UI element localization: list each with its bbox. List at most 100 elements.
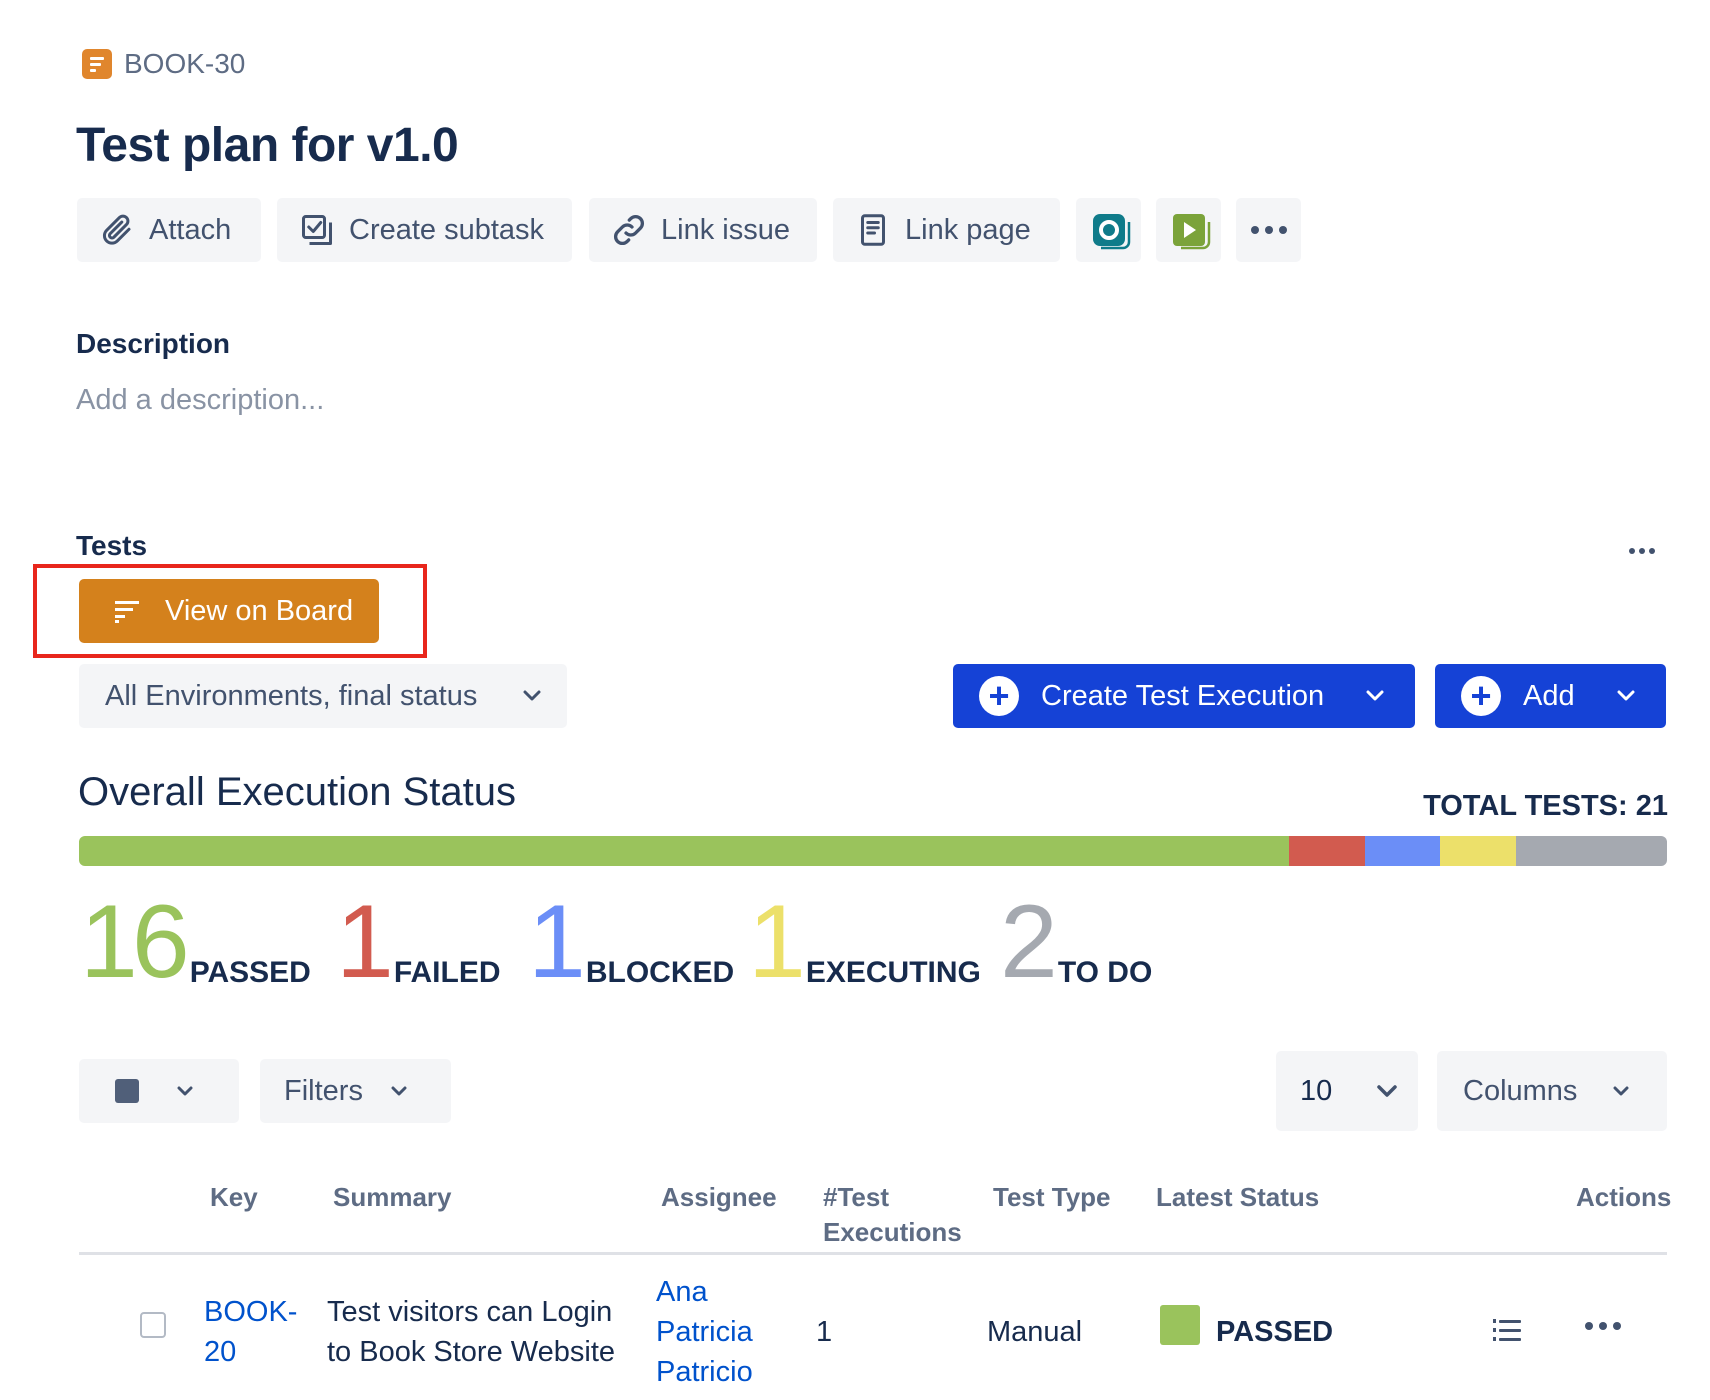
app-play-icon — [1172, 214, 1210, 250]
subtask-icon — [302, 215, 332, 245]
link-issue-label: Link issue — [661, 213, 790, 246]
breadcrumb: BOOK-30 — [82, 48, 245, 80]
stat-to-do[interactable]: 2 TO DO — [1000, 890, 1152, 994]
create-subtask-label: Create subtask — [349, 213, 545, 246]
column-header-summary[interactable]: Summary — [333, 1180, 452, 1215]
environment-select-value: All Environments, final status — [105, 679, 478, 712]
add-label: Add — [1523, 679, 1575, 712]
stat-passed[interactable]: 16 PASSED — [80, 890, 311, 994]
total-tests-label: TOTAL TESTS: 21 — [1423, 790, 1668, 822]
plus-circle-icon: + — [1461, 676, 1501, 716]
stat-count: 16 — [80, 884, 190, 1000]
create-subtask-button[interactable]: Create subtask — [277, 198, 572, 262]
row-key-line2: 20 — [204, 1336, 237, 1368]
plus-circle-icon: + — [979, 676, 1019, 716]
select-all-checkbox[interactable] — [115, 1079, 139, 1103]
app-play-button[interactable] — [1156, 198, 1221, 262]
link-issue-button[interactable]: Link issue — [589, 198, 817, 262]
page-size-value: 10 — [1300, 1074, 1333, 1107]
progress-segment-to-do — [1515, 836, 1667, 866]
stat-label: TO DO — [1057, 956, 1153, 989]
page-title[interactable]: Test plan for v1.0 — [76, 118, 459, 173]
chevron-down-icon — [391, 1086, 407, 1096]
stat-label: EXECUTING — [805, 956, 981, 989]
filters-button[interactable]: Filters — [260, 1059, 451, 1123]
row-checkbox[interactable] — [140, 1312, 166, 1338]
link-page-label: Link page — [905, 213, 1031, 246]
tests-more-button[interactable] — [1628, 530, 1656, 562]
issue-type-icon — [82, 49, 112, 79]
chevron-down-icon — [523, 690, 541, 701]
execution-details-button[interactable] — [1493, 1318, 1521, 1349]
stat-label: PASSED — [189, 956, 311, 989]
row-summary: Test visitors can Login to Book Store We… — [327, 1292, 615, 1372]
page-size-select[interactable]: 10 — [1276, 1051, 1418, 1131]
row-key-link[interactable]: BOOK- 20 — [204, 1292, 297, 1372]
progress-segment-blocked — [1364, 836, 1441, 866]
description-heading: Description — [76, 328, 231, 359]
ellipsis-icon — [1629, 548, 1655, 554]
stat-label: FAILED — [393, 956, 501, 989]
attach-button[interactable]: Attach — [77, 198, 261, 262]
stat-failed[interactable]: 1 FAILED — [336, 890, 501, 994]
stat-blocked[interactable]: 1 BLOCKED — [528, 890, 734, 994]
view-on-board-button[interactable]: View on Board — [79, 579, 379, 643]
columns-button[interactable]: Columns — [1437, 1051, 1667, 1131]
column-header-test-executions-line2: Executions — [823, 1217, 962, 1247]
stat-label: BLOCKED — [585, 956, 735, 989]
column-header-latest-status[interactable]: Latest Status — [1156, 1180, 1319, 1215]
stat-count: 1 — [336, 884, 394, 1000]
board-icon — [115, 601, 139, 623]
column-header-key[interactable]: Key — [210, 1180, 258, 1215]
column-header-test-executions-line1: #Test — [823, 1182, 889, 1212]
status-color-swatch — [1160, 1305, 1200, 1345]
filters-label: Filters — [284, 1074, 363, 1107]
row-summary-line2: to Book Store Website — [327, 1336, 616, 1368]
row-assignee-link[interactable]: Ana Patricia Patricio — [656, 1272, 753, 1392]
row-latest-status: PASSED — [1216, 1316, 1334, 1348]
link-icon — [614, 215, 644, 245]
tests-heading: Tests — [76, 530, 148, 561]
column-header-assignee[interactable]: Assignee — [661, 1180, 777, 1215]
execution-status-title: Overall Execution Status — [78, 770, 516, 814]
create-test-execution-button[interactable]: + Create Test Execution — [953, 664, 1415, 728]
table-header-divider — [79, 1252, 1667, 1255]
description-field[interactable]: Add a description... — [76, 384, 324, 417]
progress-segment-executing — [1440, 836, 1516, 866]
chevron-down-icon — [1617, 690, 1635, 701]
column-header-test-executions[interactable]: #Test Executions — [823, 1180, 962, 1250]
stat-count: 2 — [1000, 884, 1058, 1000]
view-on-board-label: View on Board — [165, 594, 354, 627]
row-key-line1: BOOK- — [204, 1296, 298, 1328]
add-button[interactable]: + Add — [1435, 664, 1666, 728]
attach-label: Attach — [149, 213, 232, 246]
stat-count: 1 — [748, 884, 806, 1000]
stat-count: 1 — [528, 884, 586, 1000]
more-actions-button[interactable] — [1236, 198, 1301, 262]
row-summary-line1: Test visitors can Login — [327, 1296, 613, 1328]
chevron-down-icon — [1613, 1086, 1629, 1096]
numbered-list-icon — [1493, 1319, 1521, 1341]
app-o-icon — [1092, 214, 1130, 250]
row-test-executions: 1 — [816, 1316, 833, 1348]
issue-key-link[interactable]: BOOK-30 — [124, 48, 245, 80]
paperclip-icon — [102, 214, 131, 245]
progress-segment-passed — [79, 836, 1289, 866]
column-header-test-type[interactable]: Test Type — [993, 1180, 1111, 1215]
link-page-button[interactable]: Link page — [833, 198, 1060, 262]
bulk-select-dropdown[interactable] — [79, 1059, 239, 1123]
chevron-down-icon — [1377, 1085, 1398, 1097]
row-assignee-line3: Patricio — [656, 1356, 753, 1388]
progress-segment-failed — [1288, 836, 1365, 866]
environment-select[interactable]: All Environments, final status — [79, 664, 567, 728]
ellipsis-icon — [1250, 226, 1287, 234]
column-header-actions: Actions — [1576, 1182, 1672, 1212]
ellipsis-icon — [1585, 1322, 1621, 1330]
row-assignee-line2: Patricia — [656, 1316, 753, 1348]
app-o-button[interactable] — [1076, 198, 1141, 262]
row-test-type: Manual — [987, 1316, 1083, 1348]
stat-executing[interactable]: 1 EXECUTING — [748, 890, 981, 994]
create-test-execution-label: Create Test Execution — [1041, 679, 1325, 712]
execution-progress-bar — [79, 836, 1667, 866]
row-more-actions-button[interactable] — [1584, 1318, 1622, 1336]
